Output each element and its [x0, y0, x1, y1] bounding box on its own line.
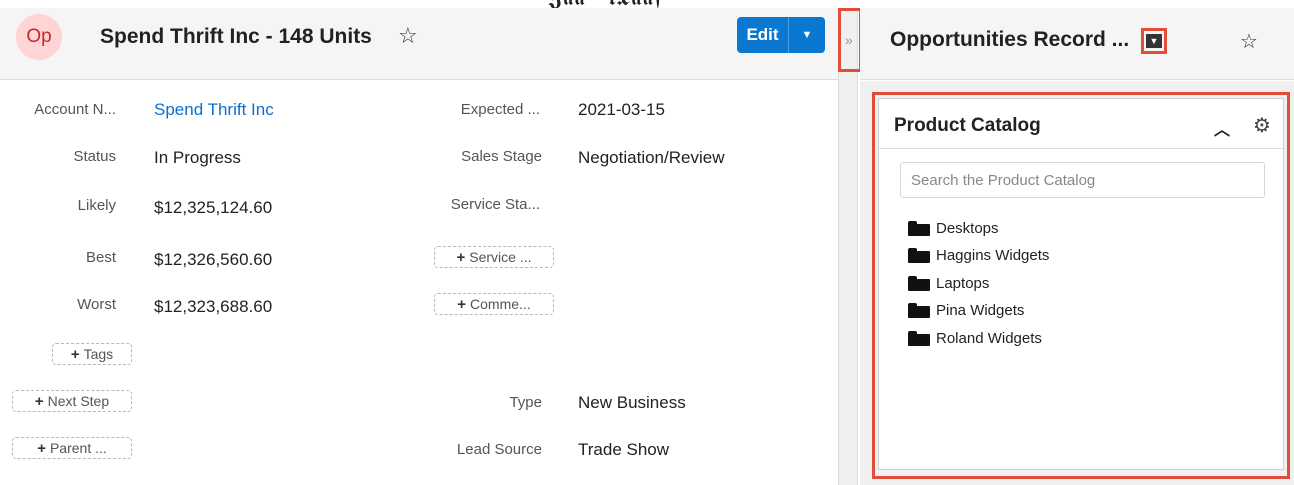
folder-icon: [908, 330, 930, 346]
field-label-worst: Worst: [77, 296, 116, 313]
dashlet-divider: [879, 148, 1283, 149]
folder-icon: [908, 220, 930, 236]
edit-button-group[interactable]: Edit ▼: [737, 17, 825, 53]
toggle-highlight-box: [838, 8, 862, 72]
catalog-item-label: Laptops: [936, 274, 990, 292]
catalog-item-laptops[interactable]: Laptops: [908, 271, 989, 295]
field-label-expected-close: Expected ...: [460, 101, 540, 118]
side-panel-dropdown[interactable]: ▼: [1141, 28, 1167, 54]
plus-icon: +: [456, 248, 466, 266]
module-avatar: Op: [16, 14, 62, 60]
field-value-likely[interactable]: $12,325,124.60: [154, 198, 272, 218]
side-panel-toggle[interactable]: [838, 8, 858, 485]
catalog-item-pina-widgets[interactable]: Pina Widgets: [908, 298, 1024, 322]
catalog-item-desktops[interactable]: Desktops: [908, 216, 999, 240]
record-title: Spend Thrift Inc - 148 Units: [100, 25, 372, 48]
plus-icon: +: [70, 345, 80, 363]
field-label-lead-source: Lead Source: [456, 441, 542, 458]
plus-icon: +: [34, 392, 44, 410]
top-caption-strip: 𝖅𝖆𝖆 𝖙𝖃𝖆𝖆𝖋: [0, 0, 1294, 11]
edit-button[interactable]: Edit: [737, 17, 789, 53]
add-tags-label: Tags: [83, 346, 114, 362]
field-value-expected-close[interactable]: 2021-03-15: [578, 100, 665, 120]
field-label-service-start: Service Sta...: [450, 196, 540, 213]
chevron-up-icon[interactable]: ︿: [1214, 116, 1230, 140]
caret-down-icon[interactable]: ▼: [1146, 34, 1162, 48]
field-label-likely: Likely: [77, 197, 116, 214]
field-label-best: Best: [85, 249, 116, 266]
add-parent-label: Parent ...: [49, 440, 107, 456]
field-label-sales-stage: Sales Stage: [461, 148, 542, 165]
caret-down-icon[interactable]: ▼: [789, 17, 825, 53]
side-panel-title: Opportunities Record ...: [890, 28, 1130, 51]
field-label-status: Status: [73, 148, 116, 165]
field-label-type: Type: [509, 394, 542, 411]
field-value-type[interactable]: New Business: [578, 393, 686, 413]
add-service-button[interactable]: + Service ...: [434, 246, 554, 268]
plus-icon: +: [37, 439, 46, 457]
folder-icon: [908, 275, 930, 291]
catalog-item-label: Desktops: [936, 219, 999, 237]
folder-icon: [908, 247, 930, 263]
add-next-step-label: Next Step: [47, 393, 110, 409]
catalog-item-roland-widgets[interactable]: Roland Widgets: [908, 326, 1042, 350]
add-next-step-button[interactable]: + Next Step: [12, 390, 132, 412]
field-value-worst[interactable]: $12,323,688.60: [154, 297, 272, 317]
field-value-lead-source[interactable]: Trade Show: [578, 440, 669, 460]
catalog-search-input[interactable]: [900, 162, 1265, 198]
field-value-status[interactable]: In Progress: [154, 148, 241, 168]
field-value-best[interactable]: $12,326,560.60: [154, 250, 272, 270]
add-comment-label: Comme...: [470, 296, 531, 312]
folder-icon: [908, 302, 930, 318]
add-parent-button[interactable]: + Parent ...: [12, 437, 132, 459]
catalog-item-label: Haggins Widgets: [936, 246, 1050, 264]
dashlet-title: Product Catalog: [894, 115, 1041, 136]
catalog-item-haggins-widgets[interactable]: Haggins Widgets: [908, 243, 1049, 267]
field-label-account-name: Account N...: [34, 101, 116, 118]
field-value-account-name[interactable]: Spend Thrift Inc: [154, 100, 274, 120]
side-favorite-star-icon[interactable]: ☆: [1240, 29, 1258, 54]
plus-icon: +: [457, 295, 467, 313]
catalog-item-label: Pina Widgets: [936, 301, 1025, 319]
favorite-star-icon[interactable]: ☆: [398, 23, 418, 49]
add-comment-button[interactable]: + Comme...: [434, 293, 554, 315]
add-tags-button[interactable]: + Tags: [52, 343, 132, 365]
catalog-item-label: Roland Widgets: [936, 329, 1042, 347]
gear-icon[interactable]: ⚙: [1253, 113, 1271, 138]
field-value-sales-stage[interactable]: Negotiation/Review: [578, 148, 724, 168]
record-body: [0, 81, 838, 485]
add-service-label: Service ...: [469, 249, 532, 265]
